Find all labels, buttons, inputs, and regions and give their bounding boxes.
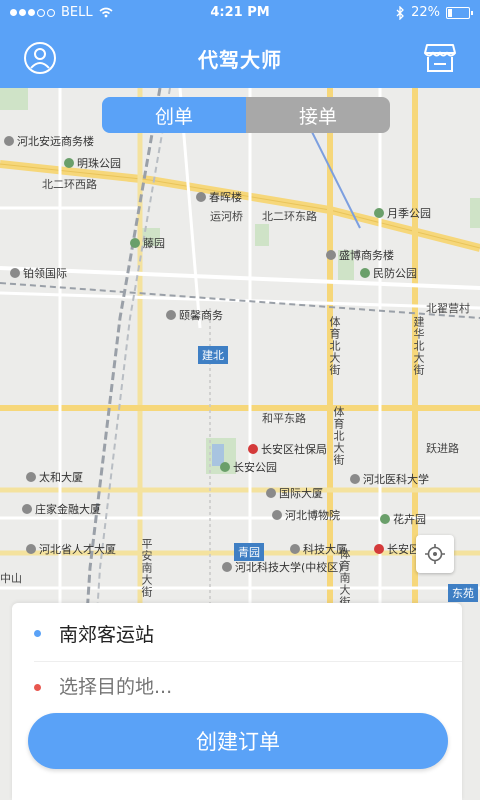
origin-row[interactable]: 南郊客运站 bbox=[12, 607, 462, 659]
map-poi: 太和大厦 bbox=[26, 472, 83, 484]
battery-percent: 22% bbox=[411, 5, 440, 20]
map-poi: 河北医科大学 bbox=[350, 474, 429, 486]
road-label: 平安南大街 bbox=[140, 538, 153, 598]
destination-input[interactable] bbox=[59, 676, 419, 698]
map-poi: 河北科技大学(中校区) bbox=[222, 562, 343, 574]
area-badge: 建北 bbox=[198, 346, 228, 364]
map-poi: 长安区社保局 bbox=[248, 444, 327, 456]
bluetooth-icon bbox=[396, 5, 405, 20]
map-poi: 河北博物院 bbox=[272, 510, 340, 522]
crosshair-icon bbox=[425, 544, 445, 564]
area-badge: 青园 bbox=[234, 543, 264, 561]
road-label: 体育北大街 bbox=[328, 316, 341, 376]
map-poi: 颐馨商务 bbox=[166, 310, 223, 322]
destination-dot bbox=[34, 683, 41, 691]
area-badge: 东苑 bbox=[448, 584, 478, 602]
origin-dot bbox=[34, 629, 41, 637]
map-poi: 藤园 bbox=[130, 238, 165, 250]
road-label: 和平东路 bbox=[262, 412, 306, 425]
create-order-button[interactable]: 创建订单 bbox=[28, 713, 448, 769]
road-label: 中山 bbox=[0, 572, 22, 585]
map-poi: 盛博商务楼 bbox=[326, 250, 394, 262]
store-button[interactable] bbox=[422, 40, 458, 76]
locate-button[interactable] bbox=[416, 535, 454, 573]
road-label: 体育南大街 bbox=[338, 548, 351, 608]
map-poi: 河北省人才大厦 bbox=[26, 544, 116, 556]
tab-accept-order[interactable]: 接单 bbox=[246, 97, 390, 133]
tab-create-order[interactable]: 创单 bbox=[102, 97, 246, 133]
map-poi: 长安区 bbox=[374, 544, 420, 556]
map-poi: 明珠公园 bbox=[64, 158, 121, 170]
map-poi: 花卉园 bbox=[380, 514, 426, 526]
road-label: 北翟营村 bbox=[426, 302, 470, 315]
store-icon bbox=[424, 44, 456, 72]
map-poi: 月季公园 bbox=[374, 208, 431, 220]
destination-row[interactable] bbox=[12, 661, 462, 713]
road-label: 运河桥 bbox=[210, 210, 243, 223]
road-label: 北二环东路 bbox=[262, 210, 317, 223]
order-form-card: 南郊客运站 bbox=[12, 603, 462, 800]
road-label: 体育北大街 bbox=[332, 406, 345, 466]
order-mode-tabs: 创单 接单 bbox=[102, 97, 390, 133]
road-label: 建华北大街 bbox=[412, 316, 425, 376]
map-poi: 长安公园 bbox=[220, 462, 277, 474]
status-bar: BELL 4:21 PM 22% bbox=[0, 0, 480, 26]
origin-field[interactable]: 南郊客运站 bbox=[59, 620, 154, 647]
map-poi: 民防公园 bbox=[360, 268, 417, 280]
map-poi: 铂领国际 bbox=[10, 268, 67, 280]
page-title: 代驾大师 bbox=[198, 48, 282, 72]
app-header: BELL 4:21 PM 22% 代驾大师 bbox=[0, 0, 480, 88]
road-label: 跃进路 bbox=[426, 442, 459, 455]
map-poi: 春晖楼 bbox=[196, 192, 242, 204]
battery-icon bbox=[446, 6, 473, 19]
map-poi: 庄家金融大厦 bbox=[22, 504, 101, 516]
map-poi: 国际大厦 bbox=[266, 488, 323, 500]
map-poi: 河北安远商务楼 bbox=[4, 136, 94, 148]
road-label: 北二环西路 bbox=[42, 178, 97, 191]
